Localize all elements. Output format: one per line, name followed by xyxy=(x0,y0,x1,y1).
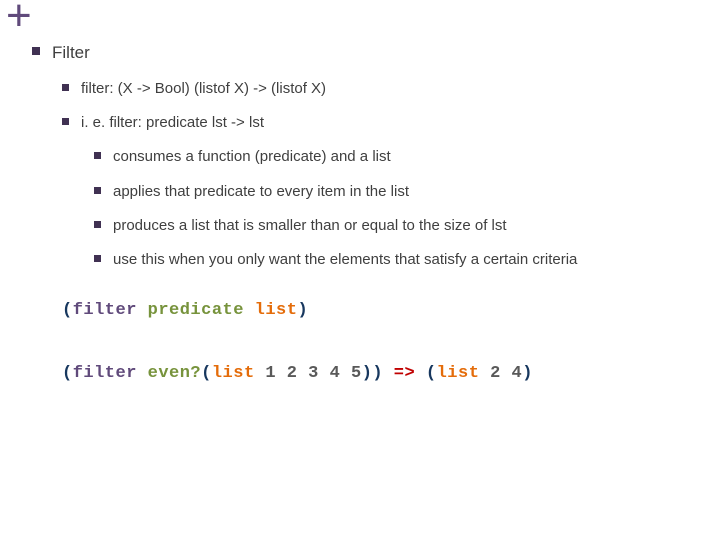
bullet-row: use this when you only want the elements… xyxy=(94,250,696,270)
func-list: list xyxy=(212,364,255,383)
paren-open: ( xyxy=(62,301,73,320)
text-use-when: use this when you only want the elements… xyxy=(113,250,577,270)
plus-decoration: + xyxy=(6,0,32,38)
paren-open: ( xyxy=(62,364,73,383)
bullet-row: filter: (X -> Bool) (listof X) -> (listo… xyxy=(62,79,696,99)
square-bullet-icon xyxy=(94,187,101,194)
code-line-1: (filter predicate list) xyxy=(62,300,696,322)
square-bullet-icon xyxy=(94,152,101,159)
arg-even: even? xyxy=(148,364,202,383)
space xyxy=(137,301,148,320)
square-bullet-icon xyxy=(32,47,40,55)
bullet-row: Filter xyxy=(32,42,696,65)
bullet-row: produces a list that is smaller than or … xyxy=(94,216,696,236)
paren-close: ) xyxy=(522,364,533,383)
code-examples: (filter predicate list) (filter even?(li… xyxy=(62,300,696,384)
text-applies: applies that predicate to every item in … xyxy=(113,182,409,202)
square-bullet-icon xyxy=(62,84,69,91)
text-consumes: consumes a function (predicate) and a li… xyxy=(113,147,391,167)
text-filter-heading: Filter xyxy=(52,42,90,65)
paren-close: )) xyxy=(362,364,394,383)
bullet-row: applies that predicate to every item in … xyxy=(94,182,696,202)
paren-close: ) xyxy=(297,301,308,320)
paren-open: ( xyxy=(415,364,436,383)
square-bullet-icon xyxy=(94,221,101,228)
numbers-out: 2 4 xyxy=(479,364,522,383)
bullet-row: consumes a function (predicate) and a li… xyxy=(94,147,696,167)
space xyxy=(244,301,255,320)
code-line-2: (filter even?(list 1 2 3 4 5)) => (list … xyxy=(62,363,696,385)
func-filter: filter xyxy=(73,364,137,383)
arg-list: list xyxy=(255,301,298,320)
slide: + Filter filter: (X -> Bool) (listof X) … xyxy=(0,0,720,540)
bullet-row: i. e. filter: predicate lst -> lst xyxy=(62,113,696,133)
text-ie-signature: i. e. filter: predicate lst -> lst xyxy=(81,113,264,133)
space xyxy=(137,364,148,383)
text-signature: filter: (X -> Bool) (listof X) -> (listo… xyxy=(81,79,326,99)
square-bullet-icon xyxy=(62,118,69,125)
func-list: list xyxy=(437,364,480,383)
square-bullet-icon xyxy=(94,255,101,262)
numbers-in: 1 2 3 4 5 xyxy=(255,364,362,383)
arrow-icon: => xyxy=(394,364,415,383)
arg-predicate: predicate xyxy=(148,301,244,320)
text-produces: produces a list that is smaller than or … xyxy=(113,216,507,236)
content-area: Filter filter: (X -> Bool) (listof X) ->… xyxy=(32,42,696,385)
paren-open: ( xyxy=(201,364,212,383)
func-filter: filter xyxy=(73,301,137,320)
